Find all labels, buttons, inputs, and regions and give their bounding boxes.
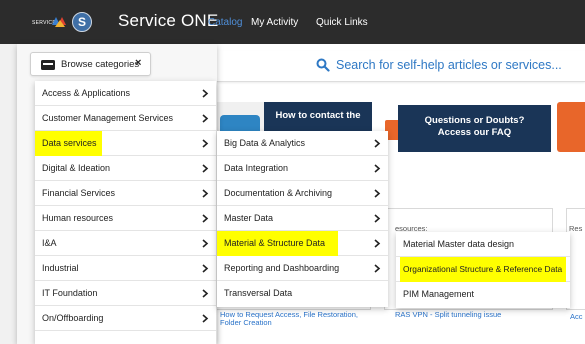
brand-mark-icon [52, 17, 66, 27]
chevron-right-icon [202, 239, 209, 248]
category-label: Data services [42, 138, 97, 148]
service-label: Material Master data design [403, 239, 515, 249]
card-link-acc[interactable]: Acc [570, 312, 583, 321]
subcategory-label: Data Integration [224, 163, 289, 173]
category-item-financial-services[interactable]: Financial Services [35, 181, 216, 206]
service-label: PIM Management [403, 289, 475, 299]
app-title[interactable]: Service ONE [118, 11, 218, 31]
subcategory-item-transversal-data[interactable]: Transversal Data [217, 281, 388, 306]
faq-banner-line2: Access our FAQ [437, 127, 512, 138]
service-item-org-structure[interactable]: Organizational Structure & Reference Dat… [396, 257, 570, 282]
browse-categories-button[interactable]: Browse categories × [30, 52, 151, 76]
subcategory-label: Documentation & Archiving [224, 188, 333, 198]
subcategory-label: Master Data [224, 213, 274, 223]
chevron-right-icon [374, 139, 381, 148]
category-label: I&A [42, 238, 57, 248]
category-label: IT Foundation [42, 288, 98, 298]
category-label: Digital & Ideation [42, 163, 111, 173]
folder-icon [41, 60, 55, 70]
subcategory-item-reporting[interactable]: Reporting and Dashboarding [217, 256, 388, 281]
subcategory-label: Reporting and Dashboarding [224, 263, 340, 273]
chevron-right-icon [374, 189, 381, 198]
category-item-access-applications[interactable]: Access & Applications [35, 81, 216, 106]
subcategory-label: Big Data & Analytics [224, 138, 306, 148]
card-link-folder-creation[interactable]: Folder Creation [220, 318, 272, 327]
chevron-right-icon [202, 114, 209, 123]
category-item-industrial[interactable]: Industrial [35, 256, 216, 281]
top-navigation-bar: SERVICE S Service ONE Catalog My Activit… [0, 0, 585, 44]
subcategory-item-master-data[interactable]: Master Data [217, 206, 388, 231]
category-item-human-resources[interactable]: Human resources [35, 206, 216, 231]
subcategory-item-documentation[interactable]: Documentation & Archiving [217, 181, 388, 206]
category-label: Customer Management Services [42, 113, 174, 123]
category-item-customer-management[interactable]: Customer Management Services [35, 106, 216, 131]
category-label: Industrial [42, 263, 79, 273]
chevron-right-icon [202, 289, 209, 298]
feedback-icon [557, 102, 585, 152]
faq-banner-line1: Questions or Doubts? [424, 115, 525, 126]
card-link-ras-vpn[interactable]: RAS VPN - Split tunneling issue [395, 310, 501, 319]
contact-banner-text: How to contact the [275, 110, 361, 121]
chevron-right-icon [202, 164, 209, 173]
chevron-right-icon [374, 164, 381, 173]
service-item-pim-management[interactable]: PIM Management [396, 282, 570, 307]
faq-banner[interactable]: Questions or Doubts? Access our FAQ [398, 105, 551, 152]
subcategory-item-material-structure[interactable]: Material & Structure Data [217, 231, 388, 256]
service-item-material-master[interactable]: Material Master data design [396, 232, 570, 257]
category-menu-level2: Big Data & Analytics Data Integration Do… [217, 131, 388, 307]
service-one-logo-icon[interactable]: S [72, 12, 92, 32]
search-icon[interactable] [316, 58, 330, 72]
category-item-data-services[interactable]: Data services [35, 131, 216, 156]
close-icon[interactable]: × [135, 57, 141, 69]
chevron-right-icon [374, 214, 381, 223]
category-label: Access & Applications [42, 88, 131, 98]
subcategory-item-big-data[interactable]: Big Data & Analytics [217, 131, 388, 156]
nav-link-my-activity[interactable]: My Activity [251, 17, 298, 28]
chevron-right-icon [374, 239, 381, 248]
category-label: Human resources [42, 213, 114, 223]
chevron-right-icon [202, 189, 209, 198]
category-menu-level1: Access & Applications Customer Managemen… [35, 81, 216, 344]
chevron-right-icon [202, 139, 209, 148]
category-label: Financial Services [42, 188, 116, 198]
nav-link-catalog[interactable]: Catalog [208, 17, 242, 28]
chevron-right-icon [374, 264, 381, 273]
subcategory-label: Transversal Data [224, 288, 293, 298]
category-item-on-offboarding[interactable]: On/Offboarding [35, 306, 216, 331]
category-menu-level3: Material Master data design Organization… [396, 232, 570, 308]
subcategory-label: Material & Structure Data [224, 238, 326, 248]
service-label: Organizational Structure & Reference Dat… [403, 264, 563, 274]
chevron-right-icon [202, 264, 209, 273]
category-item-i-and-a[interactable]: I&A [35, 231, 216, 256]
nav-link-quick-links[interactable]: Quick Links [316, 17, 368, 28]
category-item-it-foundation[interactable]: IT Foundation [35, 281, 216, 306]
subcategory-item-data-integration[interactable]: Data Integration [217, 156, 388, 181]
card-res-heading: Res [569, 224, 583, 233]
search-input[interactable]: Search for self-help articles or service… [336, 58, 562, 72]
chevron-right-icon [202, 314, 209, 323]
category-item-digital-ideation[interactable]: Digital & Ideation [35, 156, 216, 181]
category-label: On/Offboarding [42, 313, 104, 323]
chevron-right-icon [202, 214, 209, 223]
browse-categories-label: Browse categories [61, 59, 140, 70]
chevron-right-icon [202, 89, 209, 98]
